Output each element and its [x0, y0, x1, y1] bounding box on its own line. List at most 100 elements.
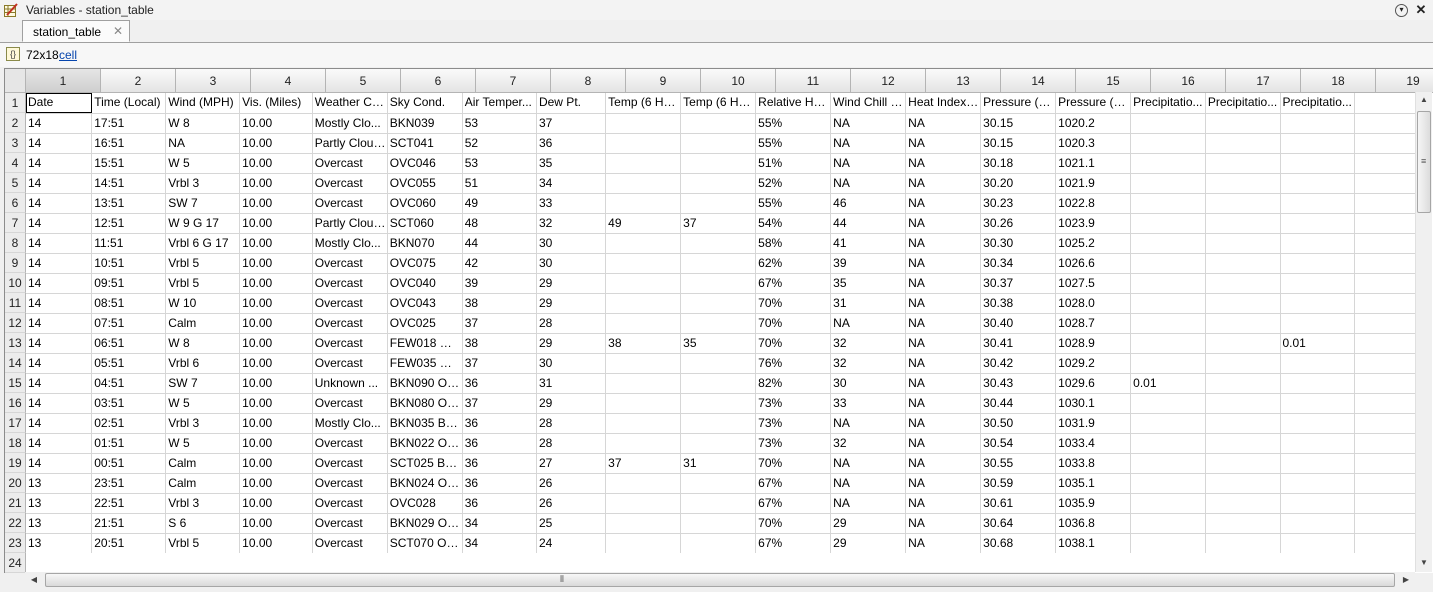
- table-cell[interactable]: [1280, 273, 1356, 294]
- table-cell[interactable]: 14: [26, 253, 93, 274]
- table-cell[interactable]: Overcast: [312, 393, 388, 414]
- table-cell[interactable]: 39: [462, 273, 537, 294]
- table-cell[interactable]: 36: [462, 493, 537, 514]
- table-cell[interactable]: W 5: [165, 153, 241, 174]
- table-cell[interactable]: [1354, 453, 1416, 474]
- table-cell[interactable]: 38: [462, 293, 537, 314]
- table-cell[interactable]: 37: [605, 453, 682, 474]
- table-cell[interactable]: NA: [905, 373, 982, 394]
- table-cell[interactable]: 01:51: [91, 433, 167, 454]
- table-cell[interactable]: 07:51: [91, 313, 167, 334]
- table-cell[interactable]: [1354, 193, 1416, 214]
- table-cell[interactable]: OVC043: [387, 293, 463, 314]
- table-cell[interactable]: 30.18: [980, 153, 1057, 174]
- table-cell[interactable]: [680, 373, 757, 394]
- table-cell[interactable]: [1130, 213, 1206, 234]
- table-cell[interactable]: [1280, 233, 1356, 254]
- table-cell[interactable]: Date: [26, 93, 93, 114]
- table-cell[interactable]: 13: [26, 533, 93, 553]
- table-cell[interactable]: [1280, 313, 1356, 334]
- table-cell[interactable]: [1205, 393, 1281, 414]
- table-cell[interactable]: W 5: [165, 393, 241, 414]
- table-cell[interactable]: [1354, 313, 1416, 334]
- table-cell[interactable]: 30.34: [980, 253, 1057, 274]
- table-cell[interactable]: 30.50: [980, 413, 1057, 434]
- table-cell[interactable]: 12:51: [91, 213, 167, 234]
- table-cell[interactable]: 55%: [755, 133, 832, 154]
- table-cell[interactable]: 1038.1: [1055, 533, 1132, 553]
- table-cell[interactable]: 13: [26, 473, 93, 494]
- table-cell[interactable]: Overcast: [312, 453, 388, 474]
- table-cell[interactable]: [605, 473, 682, 494]
- table-cell[interactable]: [605, 153, 682, 174]
- table-cell[interactable]: 70%: [755, 293, 832, 314]
- table-cell[interactable]: 30.43: [980, 373, 1057, 394]
- column-header[interactable]: 19: [1376, 69, 1433, 93]
- table-cell[interactable]: [1280, 153, 1356, 174]
- table-cell[interactable]: [1130, 133, 1206, 154]
- row-header[interactable]: 10: [5, 273, 26, 293]
- table-cell[interactable]: [1354, 173, 1416, 194]
- table-cell[interactable]: BKN080 OV...: [387, 393, 463, 414]
- table-cell[interactable]: Vis. (Miles): [239, 93, 313, 114]
- table-cell[interactable]: 26: [536, 493, 607, 514]
- table-cell[interactable]: 30.61: [980, 493, 1057, 514]
- table-cell[interactable]: 06:51: [91, 333, 167, 354]
- row-header[interactable]: 15: [5, 373, 26, 393]
- table-cell[interactable]: Partly Cloudy: [312, 213, 388, 234]
- table-cell[interactable]: [1205, 333, 1281, 354]
- table-cell[interactable]: [1280, 473, 1356, 494]
- table-cell[interactable]: 10.00: [239, 393, 313, 414]
- table-cell[interactable]: NA: [905, 273, 982, 294]
- table-cell[interactable]: 14: [26, 433, 93, 454]
- table-cell[interactable]: 70%: [755, 313, 832, 334]
- table-cell[interactable]: [605, 373, 682, 394]
- table-cell[interactable]: Vrbl 5: [165, 533, 241, 553]
- table-cell[interactable]: OVC028: [387, 493, 463, 514]
- table-cell[interactable]: [680, 153, 757, 174]
- row-header[interactable]: 1: [5, 93, 26, 113]
- table-cell[interactable]: NA: [905, 453, 982, 474]
- table-cell[interactable]: [1280, 133, 1356, 154]
- tab-station-table[interactable]: station_table ✕: [22, 20, 130, 42]
- table-cell[interactable]: BKN022 OV...: [387, 433, 463, 454]
- table-cell[interactable]: [680, 113, 757, 134]
- table-cell[interactable]: Overcast: [312, 333, 388, 354]
- table-cell[interactable]: 21:51: [91, 513, 167, 534]
- table-cell[interactable]: 30.64: [980, 513, 1057, 534]
- table-cell[interactable]: 25: [536, 513, 607, 534]
- table-cell[interactable]: 73%: [755, 393, 832, 414]
- scroll-up-arrow-icon[interactable]: ▲: [1417, 95, 1431, 104]
- table-cell[interactable]: 30.40: [980, 313, 1057, 334]
- table-cell[interactable]: 67%: [755, 273, 832, 294]
- table-cell[interactable]: 14: [26, 313, 93, 334]
- table-cell[interactable]: 38: [605, 333, 682, 354]
- table-cell[interactable]: 10.00: [239, 253, 313, 274]
- table-cell[interactable]: [1205, 353, 1281, 374]
- table-cell[interactable]: SW 7: [165, 193, 241, 214]
- row-header[interactable]: 5: [5, 173, 26, 193]
- table-cell[interactable]: Calm: [165, 313, 241, 334]
- table-cell[interactable]: 44: [830, 213, 907, 234]
- table-cell[interactable]: [1130, 493, 1206, 514]
- table-cell[interactable]: 32: [536, 213, 607, 234]
- table-cell[interactable]: Vrbl 5: [165, 253, 241, 274]
- table-cell[interactable]: 1023.9: [1055, 213, 1132, 234]
- table-cell[interactable]: SCT070 OV...: [387, 533, 463, 553]
- table-cell[interactable]: 1027.5: [1055, 273, 1132, 294]
- table-cell[interactable]: OVC040: [387, 273, 463, 294]
- table-cell[interactable]: [1205, 153, 1281, 174]
- table-cell[interactable]: [1205, 173, 1281, 194]
- table-cell[interactable]: 49: [605, 213, 682, 234]
- table-cell[interactable]: 30.20: [980, 173, 1057, 194]
- table-cell[interactable]: 30.30: [980, 233, 1057, 254]
- table-cell[interactable]: OVC060: [387, 193, 463, 214]
- table-cell[interactable]: [1354, 513, 1416, 534]
- table-cell[interactable]: 30.55: [980, 453, 1057, 474]
- table-cell[interactable]: [605, 313, 682, 334]
- table-cell[interactable]: 14:51: [91, 173, 167, 194]
- table-cell[interactable]: Wind (MPH): [165, 93, 241, 114]
- table-cell[interactable]: 10.00: [239, 213, 313, 234]
- table-cell[interactable]: 1025.2: [1055, 233, 1132, 254]
- table-cell[interactable]: NA: [905, 113, 982, 134]
